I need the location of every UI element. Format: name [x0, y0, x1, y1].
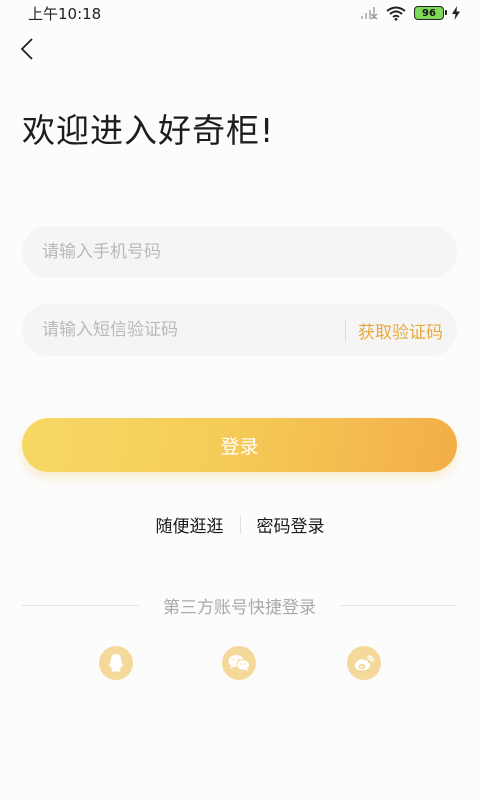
field-divider	[345, 319, 346, 341]
page-title: 欢迎进入好奇柜!	[22, 111, 275, 150]
third-party-label: 第三方账号快捷登录	[163, 598, 316, 618]
back-button[interactable]	[16, 36, 42, 62]
secondary-links: 随便逛逛 密码登录	[0, 512, 480, 537]
signal-icon	[361, 7, 378, 20]
wifi-icon	[386, 6, 406, 21]
phone-field[interactable]	[22, 225, 457, 279]
battery-level: 96	[422, 7, 436, 19]
status-icons: 96	[360, 4, 460, 22]
battery-indicator: 96	[414, 6, 447, 20]
qq-icon	[108, 654, 124, 672]
third-party-header: 第三方账号快捷登录	[22, 593, 457, 618]
login-button[interactable]: 登录	[22, 418, 457, 472]
status-time: 上午10:18	[28, 5, 102, 23]
chevron-left-icon	[20, 38, 33, 60]
divider-line-left	[22, 605, 139, 606]
wechat-login-button[interactable]	[222, 646, 256, 680]
wechat-icon	[228, 655, 250, 671]
weibo-login-button[interactable]	[347, 646, 381, 680]
browse-link[interactable]: 随便逛逛	[140, 512, 240, 537]
login-button-label: 登录	[220, 435, 259, 458]
password-login-link[interactable]: 密码登录	[241, 512, 341, 537]
sms-code-field[interactable]: 获取验证码	[22, 303, 457, 357]
get-code-button[interactable]: 获取验证码	[358, 318, 443, 343]
divider-line-right	[340, 605, 457, 606]
qq-login-button[interactable]	[99, 646, 133, 680]
charging-icon	[452, 6, 460, 20]
phone-input[interactable]	[22, 225, 457, 279]
weibo-icon	[354, 655, 374, 671]
sms-code-input[interactable]	[22, 303, 345, 357]
